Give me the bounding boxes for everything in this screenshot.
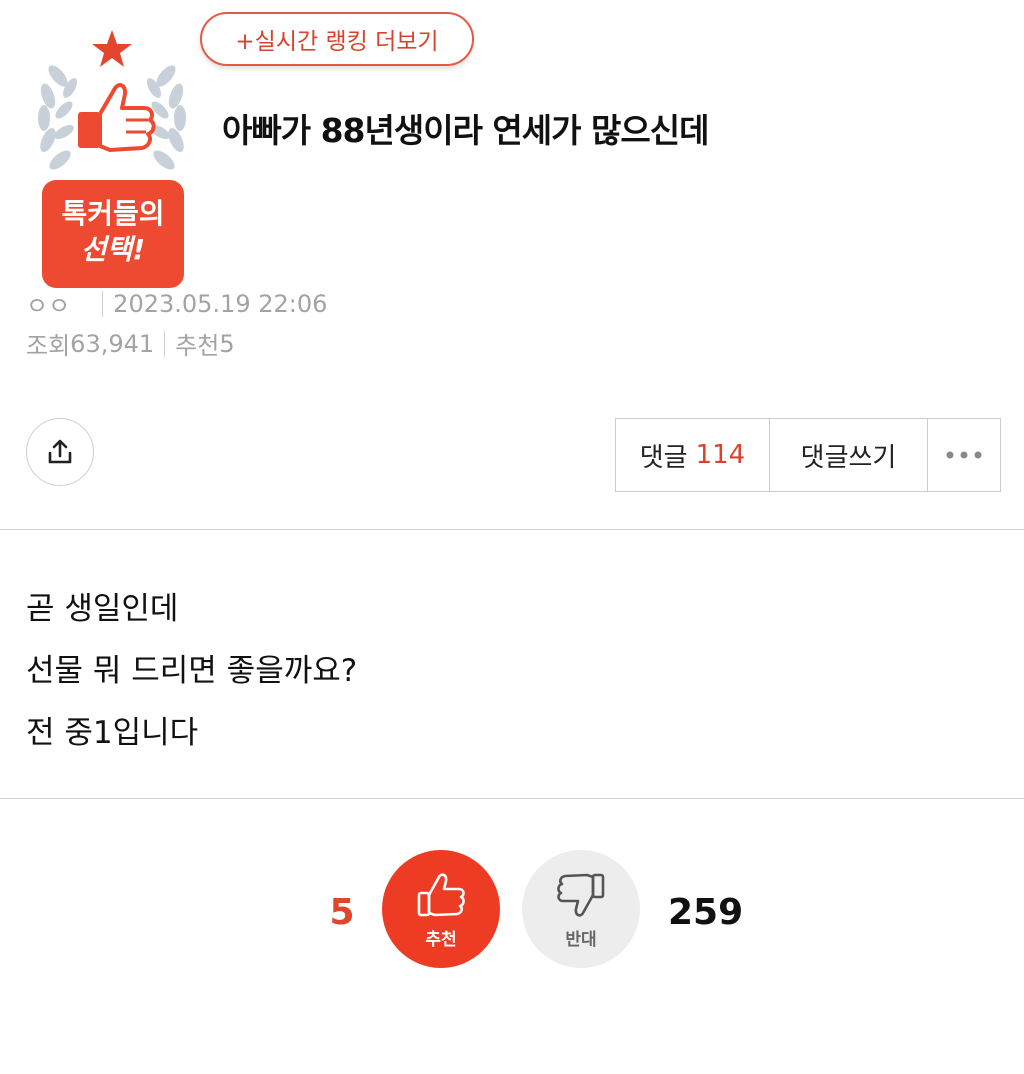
badge-line1: 톡커들의 [61, 197, 165, 230]
share-icon [48, 439, 72, 464]
badge-line2: 선택! [80, 233, 146, 266]
recommend-button[interactable]: 추천 [382, 850, 500, 968]
comments-button[interactable]: 댓글 114 [616, 419, 770, 491]
thumbs-up-icon [78, 83, 156, 152]
post-title: 아빠가 88년생이라 연세가 많으신데 [222, 111, 709, 150]
badge-label: 톡커들의 선택! [42, 180, 184, 288]
section-divider [0, 798, 1024, 799]
oppose-button[interactable]: 반대 [522, 850, 640, 968]
comments-label: 댓글 [639, 442, 688, 473]
body-line: 전 중1입니다 [26, 715, 199, 751]
comments-count: 114 [695, 440, 746, 470]
star-icon [92, 30, 132, 67]
post-meta-author-date: ㅇㅇ 2023.05.19 22:06 [26, 286, 327, 321]
write-comment-label: 댓글쓰기 [800, 442, 897, 473]
recommend-count: 5 [219, 329, 235, 358]
body-line: 곧 생일인데 [26, 591, 179, 627]
write-comment-button[interactable]: 댓글쓰기 [770, 419, 928, 491]
share-button[interactable] [26, 418, 94, 486]
divider [102, 290, 104, 317]
recommend-label: 추천 [425, 929, 457, 950]
views-count: 63,941 [70, 329, 155, 358]
post-page: +실시간 랭킹 더보기 톡커들의 선택! 아빠가 88년생이라 연세가 많으신데… [0, 0, 1024, 1074]
post-action-bar: 댓글 114 댓글쓰기 [615, 418, 1001, 492]
more-icon [946, 451, 982, 459]
views-label: 조회 [26, 332, 71, 360]
post-meta-stats: 조회 63,941 추천 5 [26, 326, 235, 361]
section-divider [0, 529, 1024, 530]
oppose-label: 반대 [565, 929, 597, 950]
realtime-ranking-button[interactable]: +실시간 랭킹 더보기 [200, 12, 474, 66]
more-button[interactable] [928, 419, 1000, 491]
tokkers-choice-badge: 톡커들의 선택! [26, 28, 198, 288]
body-line: 선물 뭐 드리면 좋을까요? [26, 653, 358, 689]
recommend-label: 추천 [175, 332, 220, 360]
divider [164, 330, 166, 357]
thumbs-down-icon [557, 873, 605, 917]
post-datetime: 2023.05.19 22:06 [113, 289, 328, 318]
post-body: 곧 생일인데 선물 뭐 드리면 좋을까요? 전 중1입니다 [26, 578, 357, 764]
thumbs-up-icon [417, 872, 465, 916]
author-name[interactable]: ㅇㅇ [26, 286, 70, 321]
recommend-vote-count: 5 [329, 892, 355, 933]
oppose-vote-count: 259 [668, 892, 744, 933]
laurel-icon [38, 30, 186, 170]
